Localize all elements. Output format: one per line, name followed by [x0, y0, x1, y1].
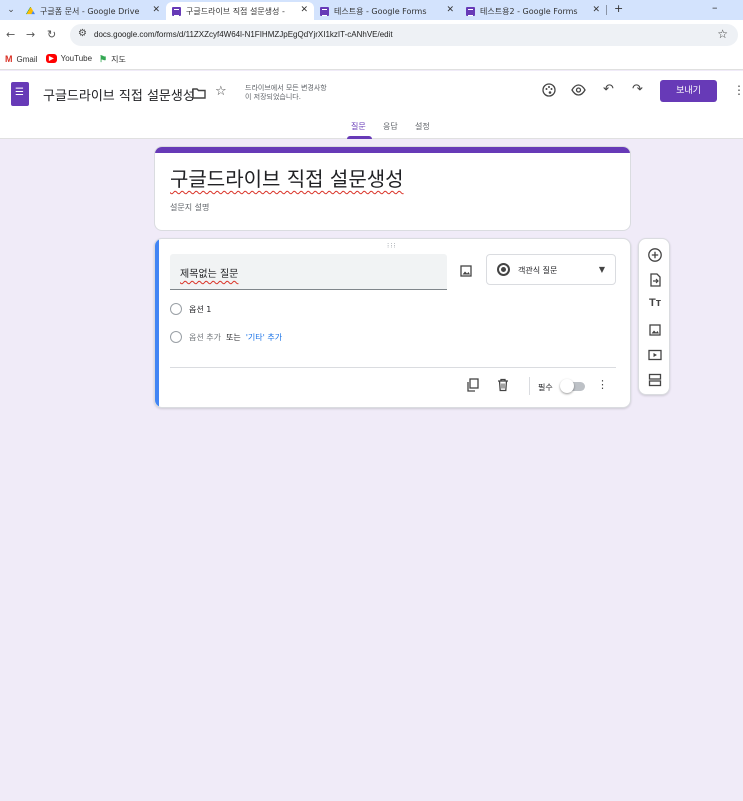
question-more-vert-icon[interactable]: ⋮: [597, 378, 608, 391]
bookmark-maps[interactable]: ⚑ 지도: [99, 54, 126, 65]
browser-tab-bar: ⌄ 구글폼 문서 - Google Drive ✕ 구글드라이브 직접 설문생성…: [0, 0, 743, 20]
save-status-line: 드라이브에서 모든 변경사항: [245, 84, 327, 92]
save-status: 드라이브에서 모든 변경사항 이 저장되었습니다.: [245, 84, 355, 102]
tab-title: 테스트용2 - Google Forms: [480, 6, 578, 16]
browser-tab-drive[interactable]: 구글폼 문서 - Google Drive ✕: [20, 2, 166, 20]
form-description[interactable]: 설문지 설명: [170, 202, 209, 213]
redo-icon[interactable]: ↷: [632, 82, 643, 98]
required-toggle[interactable]: [560, 379, 585, 393]
bookmark-label: Gmail: [16, 54, 38, 64]
youtube-icon: ▶: [46, 54, 57, 63]
add-question-icon[interactable]: [647, 247, 663, 263]
tab-title: 구글드라이브 직접 설문생성 -: [186, 6, 285, 16]
add-section-icon[interactable]: [647, 372, 663, 388]
bookmarks-bar: M Gmail ▶ YouTube ⚑ 지도: [0, 50, 743, 70]
form-title-card[interactable]: 구글드라이브 직접 설문생성 설문지 설명: [154, 146, 631, 231]
close-icon[interactable]: ✕: [592, 5, 600, 15]
delete-trash-icon[interactable]: [497, 378, 509, 396]
tab-search-chevron-icon[interactable]: ⌄: [4, 3, 18, 17]
tab-title: 테스트용 - Google Forms: [334, 6, 427, 16]
add-image-icon[interactable]: [459, 263, 473, 277]
radio-button-icon: [497, 263, 510, 276]
preview-eye-icon[interactable]: [571, 83, 586, 102]
gmail-icon: M: [5, 54, 13, 64]
doc-title[interactable]: 구글드라이브 직접 설문생성: [43, 85, 195, 104]
question-card[interactable]: ⁝⁝⁝ 제목없는 질문 객관식 질문 ▼ 옵션 1 옵션 추가 또는 '기타' …: [154, 238, 631, 408]
side-toolbar: Tт: [638, 238, 670, 395]
question-type-select[interactable]: 객관식 질문 ▼: [486, 254, 616, 285]
undo-icon[interactable]: ↶: [603, 82, 614, 98]
close-icon[interactable]: ✕: [152, 5, 160, 15]
browser-tab-test2[interactable]: 테스트용2 - Google Forms ✕: [460, 2, 606, 20]
option-radio-icon: [170, 303, 182, 315]
import-questions-icon[interactable]: [647, 272, 663, 288]
dropdown-caret-icon: ▼: [598, 265, 605, 274]
palette-icon[interactable]: [542, 83, 556, 102]
forms-icon: [172, 6, 181, 16]
tab-questions[interactable]: 질문: [351, 121, 366, 132]
add-option-radio-icon: [170, 331, 182, 343]
tab-separator: [606, 5, 607, 15]
add-option-row: 옵션 추가 또는 '기타' 추가: [189, 332, 282, 343]
question-title: 제목없는 질문: [180, 269, 239, 280]
forms-header: 구글드라이브 직접 설문생성 ☆ 드라이브에서 모든 변경사항 이 저장되었습니…: [0, 71, 743, 139]
minimize-icon[interactable]: –: [712, 1, 718, 14]
add-image-icon[interactable]: [647, 322, 663, 338]
add-title-text-icon[interactable]: Tт: [647, 297, 663, 313]
close-icon[interactable]: ✕: [300, 5, 308, 15]
forms-icon: [320, 6, 329, 16]
save-status-line: 이 저장되었습니다.: [245, 93, 301, 101]
add-option-link[interactable]: 옵션 추가: [189, 332, 221, 343]
more-vert-icon[interactable]: ⋮: [733, 83, 743, 97]
add-other-link[interactable]: '기타' 추가: [246, 332, 282, 343]
footer-separator: [529, 377, 530, 395]
new-tab-plus-icon[interactable]: +: [614, 2, 623, 15]
active-tab-indicator: [347, 136, 372, 139]
tab-settings[interactable]: 설정: [415, 121, 430, 132]
bookmark-label: 지도: [111, 55, 126, 64]
forward-arrow-icon[interactable]: →: [26, 28, 35, 42]
accent-stripe: [155, 147, 630, 153]
add-video-icon[interactable]: [647, 347, 663, 363]
drag-handle-icon[interactable]: ⁝⁝⁝: [387, 242, 397, 250]
bookmark-star-icon[interactable]: ☆: [717, 27, 728, 41]
tab-title: 구글폼 문서 - Google Drive: [40, 6, 140, 16]
required-label: 필수: [538, 383, 553, 392]
bookmark-label: YouTube: [60, 54, 93, 63]
url-bar[interactable]: ⚙ docs.google.com/forms/d/11ZXZcyf4W64l-…: [70, 24, 738, 46]
send-button[interactable]: 보내기: [660, 80, 717, 102]
url-text: docs.google.com/forms/d/11ZXZcyf4W64l-N1…: [94, 30, 393, 39]
option-label[interactable]: 옵션 1: [189, 304, 211, 315]
browser-tab-test[interactable]: 테스트용 - Google Forms ✕: [314, 2, 460, 20]
active-question-indicator: [155, 239, 159, 407]
tab-responses[interactable]: 응답: [383, 121, 398, 132]
forms-logo-icon[interactable]: [11, 82, 29, 106]
drive-icon: [26, 6, 35, 15]
address-toolbar: ← → ↻ ⚙ docs.google.com/forms/d/11ZXZcyf…: [0, 20, 743, 50]
browser-tab-current[interactable]: 구글드라이브 직접 설문생성 - ✕: [166, 2, 314, 20]
forms-icon: [466, 6, 475, 16]
or-text: 또는: [225, 333, 241, 342]
question-title-input[interactable]: 제목없는 질문: [170, 254, 447, 290]
maps-icon: ⚑: [99, 54, 108, 64]
bookmark-youtube[interactable]: ▶ YouTube: [46, 54, 92, 63]
back-arrow-icon[interactable]: ←: [6, 28, 15, 42]
bookmark-gmail[interactable]: M Gmail: [5, 54, 37, 64]
site-settings-icon[interactable]: ⚙: [78, 28, 87, 39]
form-title[interactable]: 구글드라이브 직접 설문생성: [170, 163, 404, 192]
close-icon[interactable]: ✕: [446, 5, 454, 15]
reload-icon[interactable]: ↻: [47, 28, 56, 42]
duplicate-icon[interactable]: [466, 378, 479, 396]
folder-icon[interactable]: [192, 87, 206, 104]
question-type-label: 객관식 질문: [518, 266, 558, 275]
question-footer-divider: [170, 367, 616, 368]
star-icon[interactable]: ☆: [215, 84, 227, 100]
